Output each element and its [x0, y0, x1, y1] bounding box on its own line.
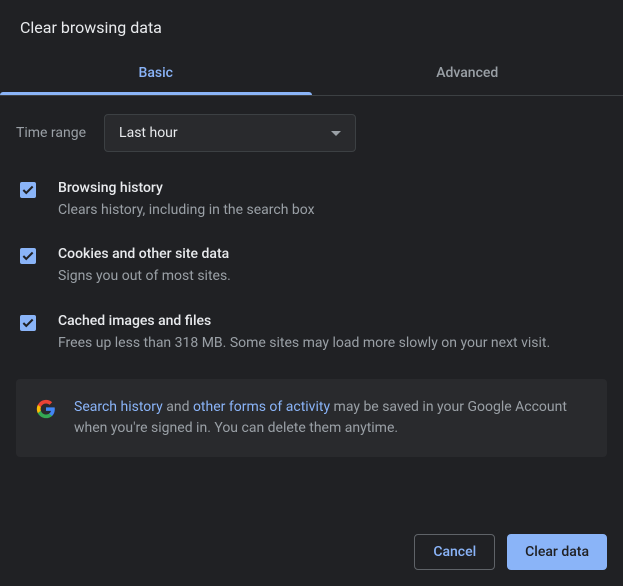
time-range-select[interactable]: Last hour	[104, 114, 356, 152]
checkbox-description: Frees up less than 318 MB. Some sites ma…	[58, 333, 607, 353]
checkbox-description: Signs you out of most sites.	[58, 266, 607, 286]
check-icon	[21, 316, 35, 330]
check-icon	[21, 183, 35, 197]
dialog-footer: Cancel Clear data	[0, 518, 623, 586]
checkbox-title: Browsing history	[58, 180, 607, 196]
time-range-row: Time range Last hour	[16, 114, 607, 152]
info-box: Search history and other forms of activi…	[16, 379, 607, 457]
checkbox-title: Cookies and other site data	[58, 246, 607, 262]
info-text: Search history and other forms of activi…	[74, 397, 587, 439]
dialog-title: Clear browsing data	[0, 0, 623, 51]
checkbox-item-cached: Cached images and files Frees up less th…	[16, 313, 607, 353]
info-text-1: and	[163, 399, 193, 415]
checkbox-content: Browsing history Clears history, includi…	[58, 180, 607, 220]
time-range-label: Time range	[16, 125, 86, 141]
checkbox-description: Clears history, including in the search …	[58, 200, 607, 220]
checkbox-title: Cached images and files	[58, 313, 607, 329]
dialog-content: Time range Last hour Browsing history Cl…	[0, 96, 623, 475]
checkbox-browsing-history[interactable]	[20, 182, 36, 198]
checkbox-item-cookies: Cookies and other site data Signs you ou…	[16, 246, 607, 286]
google-icon	[36, 399, 56, 419]
clear-browsing-data-dialog: Clear browsing data Basic Advanced Time …	[0, 0, 623, 475]
checkbox-cached[interactable]	[20, 315, 36, 331]
search-history-link[interactable]: Search history	[74, 399, 163, 415]
tab-bar: Basic Advanced	[0, 51, 623, 96]
checkbox-content: Cookies and other site data Signs you ou…	[58, 246, 607, 286]
clear-data-button[interactable]: Clear data	[507, 534, 607, 570]
time-range-value: Last hour	[119, 125, 178, 141]
cancel-button[interactable]: Cancel	[414, 534, 495, 570]
tab-advanced[interactable]: Advanced	[312, 51, 623, 95]
tab-basic[interactable]: Basic	[0, 51, 312, 95]
other-activity-link[interactable]: other forms of activity	[193, 399, 330, 415]
checkbox-content: Cached images and files Frees up less th…	[58, 313, 607, 353]
check-icon	[21, 249, 35, 263]
checkbox-cookies[interactable]	[20, 248, 36, 264]
chevron-down-icon	[331, 131, 341, 136]
checkbox-item-browsing-history: Browsing history Clears history, includi…	[16, 180, 607, 220]
